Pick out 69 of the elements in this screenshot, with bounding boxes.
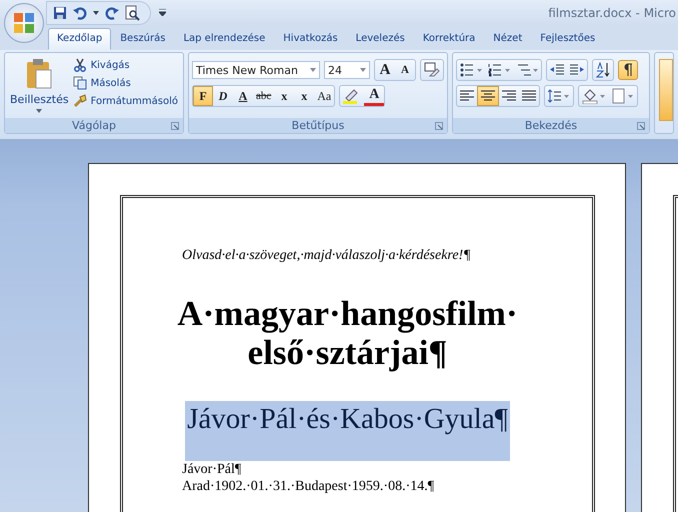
format-button[interactable]: x <box>294 86 314 106</box>
sort-icon <box>596 62 610 78</box>
copy-icon <box>72 76 87 90</box>
bullet-list-icon <box>460 63 482 77</box>
caret-icon <box>360 68 366 72</box>
align-button[interactable] <box>477 86 499 106</box>
font-size-button[interactable]: A <box>375 60 395 80</box>
format-button[interactable]: A <box>233 86 253 106</box>
align-icon <box>460 90 474 102</box>
paint-bucket-icon <box>582 88 606 104</box>
format-button[interactable]: F <box>193 86 213 106</box>
customize-toolbar-icon[interactable] <box>159 9 166 16</box>
font-size-field[interactable]: 24 <box>324 61 370 79</box>
logo-icon <box>11 10 37 36</box>
redo-icon[interactable] <box>105 6 119 20</box>
decrease-indent-icon <box>550 64 564 76</box>
dialog-launcher-icon[interactable] <box>637 122 645 130</box>
caret-icon <box>310 68 316 72</box>
subtitle-text: Jávor·Pál·és·Kabos·Gyula¶ <box>185 401 510 461</box>
ribbon-tab[interactable]: Kezdőlap <box>48 28 112 50</box>
format-button[interactable]: x <box>274 86 294 106</box>
font-color-button[interactable]: A <box>364 86 384 106</box>
multilevel-list-icon <box>516 63 538 77</box>
scissors-icon <box>72 58 87 72</box>
clipboard-button[interactable]: Másolás <box>70 75 180 91</box>
title-line: első·sztárjai¶ <box>248 333 448 372</box>
ribbon-tab[interactable]: Beszúrás <box>111 28 174 50</box>
print-preview-icon[interactable] <box>125 4 140 20</box>
title-line: A·magyar·hangosfilm· <box>177 294 518 333</box>
increase-indent-icon <box>570 64 584 76</box>
align-icon <box>481 90 495 102</box>
show-marks-button[interactable] <box>618 60 638 80</box>
eraser-icon <box>424 62 440 78</box>
font-name-field[interactable]: Times New Roman <box>192 61 320 79</box>
body-text: Arad·1902.·01.·31.·Budapest·1959.·08.·14.¶ <box>182 478 436 495</box>
dialog-launcher-icon[interactable] <box>435 122 443 130</box>
font-size-button[interactable]: A <box>395 60 415 80</box>
ribbon-tab[interactable]: Levelezés <box>346 28 414 50</box>
pilcrow-icon <box>623 63 633 77</box>
line-spacing-icon <box>548 89 570 103</box>
border-icon <box>612 88 634 104</box>
format-button[interactable]: Aa <box>314 86 334 106</box>
dropdown-icon[interactable] <box>93 10 99 14</box>
group-label: Bekezdés <box>524 119 578 132</box>
format-button[interactable]: abc <box>253 86 274 106</box>
office-button[interactable] <box>4 3 44 43</box>
clipboard-icon <box>25 58 54 90</box>
align-icon <box>522 90 536 102</box>
save-icon[interactable] <box>53 6 67 20</box>
align-icon <box>502 90 516 102</box>
ribbon-tab[interactable]: Korrektúra <box>414 28 484 50</box>
ribbon-tab[interactable]: Nézet <box>484 28 532 50</box>
instruction-text: Olvasd·el·a·szöveget,·majd·válaszolj·a·kérdésekre!¶ <box>182 248 472 264</box>
window-title: filmsztar.docx - Micro <box>548 6 677 20</box>
paste-button[interactable]: Beillesztés <box>8 56 71 115</box>
format-button[interactable]: D <box>213 86 233 106</box>
group-label: Betűtípus <box>292 119 344 132</box>
ribbon-tab[interactable]: Hivatkozás <box>274 28 347 50</box>
body-text: Jávor·Pál¶ <box>182 461 242 478</box>
undo-icon[interactable] <box>73 6 87 20</box>
clipboard-button[interactable]: Kivágás <box>70 57 180 73</box>
caret-icon <box>36 109 42 113</box>
group-label: Vágólap <box>72 119 116 132</box>
clipboard-button[interactable]: Formátummásoló <box>70 93 180 109</box>
ribbon-tab[interactable]: Lap elrendezése <box>174 28 274 50</box>
brush-icon <box>72 94 87 108</box>
numbered-list-icon <box>488 63 510 77</box>
ribbon-tab[interactable]: Fejlesztőes <box>531 28 604 50</box>
dialog-launcher-icon[interactable] <box>171 122 179 130</box>
